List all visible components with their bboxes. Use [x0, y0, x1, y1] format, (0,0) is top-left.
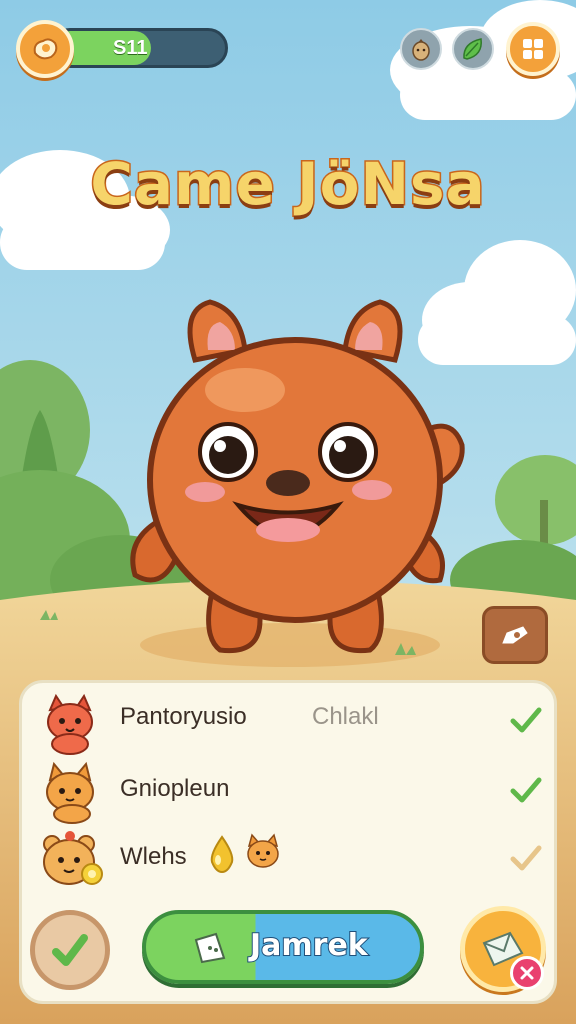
game-title: Came JöNsa — [89, 149, 486, 220]
small-fox-icon — [242, 832, 284, 874]
coin-badge[interactable] — [16, 20, 74, 78]
bear-icon — [43, 831, 103, 885]
leaf-icon — [463, 38, 482, 60]
close-icon — [520, 966, 534, 980]
orange-cat-icon — [47, 693, 93, 755]
edit-button[interactable] — [482, 606, 548, 664]
acorn-icon — [412, 39, 430, 61]
list-item-avatar — [38, 692, 102, 756]
main-action-button[interactable]: Jamrek — [142, 910, 424, 984]
check-back-icon — [52, 934, 88, 966]
left-cheek — [185, 482, 225, 502]
list-item-name: Gniopleun — [120, 775, 230, 802]
list-item-check[interactable] — [508, 772, 544, 808]
drop-icon — [206, 834, 238, 874]
close-button[interactable] — [510, 956, 544, 990]
check-icon — [510, 845, 542, 871]
card-icon — [194, 932, 226, 964]
grid-menu-icon — [523, 39, 543, 59]
fox-icon — [46, 761, 94, 824]
pencil-tag-icon — [502, 626, 528, 644]
right-cheek — [352, 480, 392, 500]
list-item-name: Pantoryusio — [120, 703, 247, 730]
coin-bar: S11 — [50, 28, 228, 68]
list-item-check[interactable] — [508, 840, 544, 876]
creature-mascot[interactable] — [120, 290, 470, 660]
leaf-button[interactable] — [452, 28, 494, 70]
main-action-label: Jamrek — [249, 927, 369, 964]
check-icon — [510, 777, 542, 803]
list-item-extra: Chlakl — [312, 703, 379, 730]
back-button[interactable] — [30, 910, 110, 990]
list-item-avatar — [38, 760, 102, 824]
menu-button[interactable] — [506, 22, 560, 76]
acorn-button[interactable] — [400, 28, 442, 70]
check-icon — [510, 707, 542, 733]
list-item-avatar — [38, 828, 106, 892]
coin-count: S11 — [113, 37, 148, 59]
coin-icon — [33, 38, 58, 60]
list-item-check[interactable] — [508, 702, 544, 738]
nose — [266, 470, 310, 496]
list-item-name: Wlehs — [120, 843, 187, 870]
